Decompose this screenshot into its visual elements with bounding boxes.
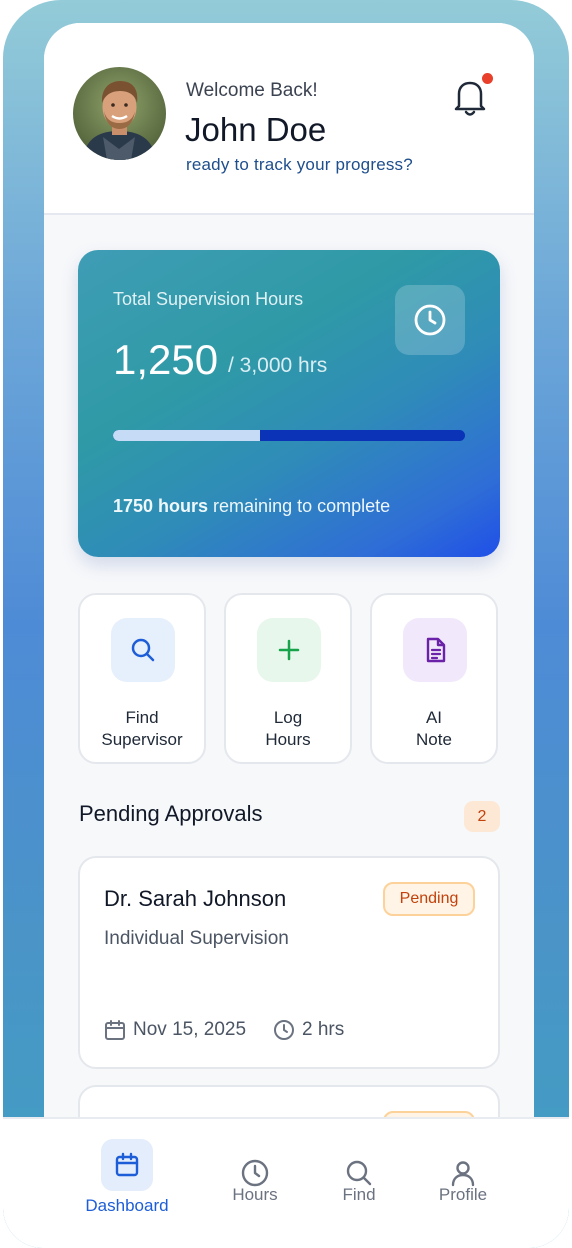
clock-icon [273,1019,295,1046]
log-hours-button[interactable]: Log Hours [224,593,352,764]
hours-remaining: 1750 hours remaining to complete [113,496,391,516]
hours-progress-fill [113,430,260,441]
approval-card[interactable]: Dr. Sarah Johnson Individual Supervision… [78,856,500,1069]
tab-profile[interactable]: Profile [408,1119,518,1239]
log-hours-label: Log Hours [265,708,311,749]
ai-note-button[interactable]: AI Note [370,593,498,764]
avatar[interactable] [73,67,166,160]
tab-dashboard[interactable]: Dashboard [72,1119,182,1239]
hours-card-title: Total Supervision Hours [113,289,304,309]
document-icon [403,618,467,682]
notification-dot [482,73,493,84]
tab-find[interactable]: Find [304,1119,414,1239]
supervision-hours-card: Total Supervision Hours 1,250 / 3,000 hr… [78,250,500,557]
tab-label: Hours [232,1185,278,1204]
tab-label: Find [342,1185,376,1204]
user-name: John Doe [185,111,327,148]
tab-hours[interactable]: Hours [200,1119,310,1239]
phone-frame: Welcome Back! John Doe ready to track yo… [3,0,569,1248]
ai-note-label: AI Note [416,708,452,749]
hours-progress-bar [113,430,465,441]
search-icon [111,618,175,682]
app-screen: Welcome Back! John Doe ready to track yo… [44,23,534,1153]
tab-label: Profile [438,1185,488,1204]
calendar-icon [104,1019,126,1046]
pending-count-badge: 2 [464,801,500,832]
plus-icon [257,618,321,682]
pending-approvals-title: Pending Approvals [79,801,263,826]
supervisor-name: Dr. Sarah Johnson [104,886,287,911]
supervision-type: Individual Supervision [104,928,289,949]
find-supervisor-label: Find Supervisor [101,708,183,749]
tagline: ready to track your progress? [186,155,413,174]
calendar-icon [101,1139,153,1191]
session-date: Nov 15, 2025 [133,1019,247,1040]
bottom-tab-bar: Dashboard Hours Find Profile [3,1117,569,1248]
tab-label: Dashboard [85,1196,169,1215]
header: Welcome Back! John Doe ready to track yo… [44,23,534,215]
clock-icon [395,285,465,355]
hours-total: / 3,000 hrs [228,354,328,377]
status-badge: Pending [383,882,475,916]
find-supervisor-button[interactable]: Find Supervisor [78,593,206,764]
welcome-text: Welcome Back! [186,80,318,101]
hours-completed: 1,250 [113,336,219,383]
session-duration: 2 hrs [302,1019,345,1040]
